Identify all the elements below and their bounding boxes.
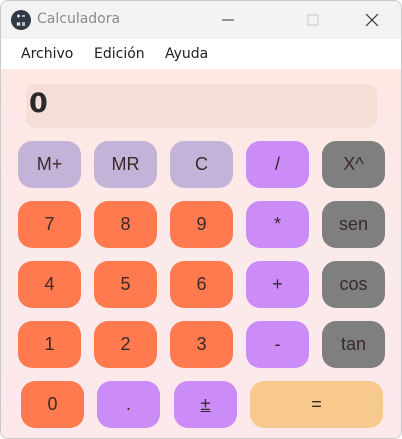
equals-button[interactable]: = [250,381,383,428]
tangent-button[interactable]: tan [322,321,385,368]
calculator-window: Calculadora Archivo Edición Ayuda 0 M+ M… [0,0,402,439]
cosine-button[interactable]: cos [322,261,385,308]
clear-button[interactable]: C [170,141,233,188]
digit-8-button[interactable]: 8 [94,201,157,248]
minimize-button[interactable] [205,1,251,39]
digit-3-button[interactable]: 3 [170,321,233,368]
divide-button[interactable]: / [246,141,309,188]
menu-bar: Archivo Edición Ayuda [1,39,401,69]
display-value: 0 [29,88,48,119]
menu-ayuda[interactable]: Ayuda [165,46,208,62]
add-button[interactable]: + [246,261,309,308]
window-title: Calculadora [37,11,121,27]
multiply-button[interactable]: * [246,201,309,248]
menu-archivo[interactable]: Archivo [21,46,73,62]
calculator-body: 0 M+ MR C / X^ 7 8 9 * sen 4 5 6 + cos 1… [1,69,401,438]
digit-0-button[interactable]: 0 [21,381,84,428]
memory-add-button[interactable]: M+ [18,141,81,188]
close-icon [365,13,379,27]
power-button[interactable]: X^ [322,141,385,188]
result-display: 0 [26,84,377,128]
calculator-app-icon [11,10,31,30]
digit-4-button[interactable]: 4 [18,261,81,308]
digit-2-button[interactable]: 2 [94,321,157,368]
digit-1-button[interactable]: 1 [18,321,81,368]
negate-button[interactable]: ± [174,381,237,428]
subtract-button[interactable]: - [246,321,309,368]
digit-5-button[interactable]: 5 [94,261,157,308]
menu-edicion[interactable]: Edición [94,46,145,62]
memory-recall-button[interactable]: MR [94,141,157,188]
digit-6-button[interactable]: 6 [170,261,233,308]
maximize-button[interactable] [290,1,336,39]
close-button[interactable] [349,1,395,39]
decimal-point-button[interactable]: . [97,381,160,428]
digit-9-button[interactable]: 9 [170,201,233,248]
title-bar[interactable]: Calculadora [1,1,401,39]
digit-7-button[interactable]: 7 [18,201,81,248]
minimize-icon [222,19,234,21]
sine-button[interactable]: sen [322,201,385,248]
maximize-icon [307,14,319,26]
